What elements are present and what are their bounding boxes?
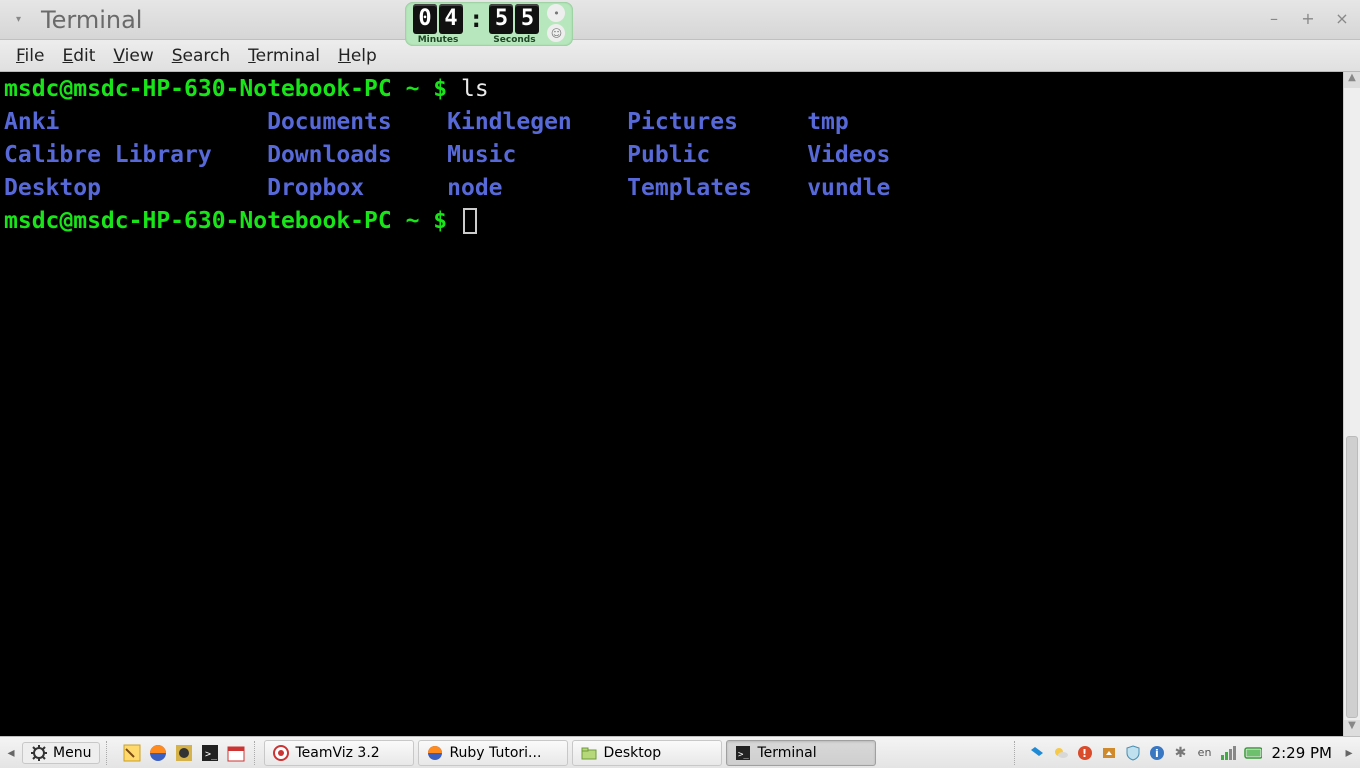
tray-bluetooth-icon[interactable]: ✱ bbox=[1172, 744, 1190, 762]
timer-sec-ones: 5 bbox=[515, 4, 539, 34]
tray-weather-icon[interactable] bbox=[1052, 744, 1070, 762]
task-buttons: TeamViz 3.2 Ruby Tutori... Desktop >_ Termin… bbox=[264, 740, 1007, 766]
task-teamviz-3-2[interactable]: TeamViz 3.2 bbox=[264, 740, 414, 766]
terminal-icon: >_ bbox=[735, 745, 751, 761]
tray-dropbox-icon[interactable] bbox=[1028, 744, 1046, 762]
menu-terminal[interactable]: Terminal bbox=[240, 44, 328, 68]
terminal-scrollbar[interactable]: ▲ ▼ bbox=[1343, 72, 1360, 736]
task-terminal[interactable]: >_ Terminal bbox=[726, 740, 876, 766]
timer-seconds-label: Seconds bbox=[489, 35, 539, 45]
task-desktop[interactable]: Desktop bbox=[572, 740, 722, 766]
folder-icon bbox=[581, 745, 597, 761]
timer-min-tens: 0 bbox=[413, 4, 437, 34]
launcher-terminal-icon[interactable]: >_ bbox=[198, 741, 222, 765]
launcher-media-icon[interactable] bbox=[172, 741, 196, 765]
tray-network-icon[interactable] bbox=[1220, 744, 1238, 762]
firefox-icon bbox=[427, 745, 443, 761]
menu-edit[interactable]: Edit bbox=[54, 44, 103, 68]
gear-icon bbox=[31, 745, 47, 761]
window-title: Terminal bbox=[41, 6, 142, 34]
start-menu-button[interactable]: Menu bbox=[22, 742, 100, 764]
timer-status-dot-icon[interactable]: • bbox=[547, 4, 565, 22]
tray-updates-icon[interactable] bbox=[1100, 744, 1118, 762]
svg-text:i: i bbox=[1155, 747, 1159, 760]
task-label: Desktop bbox=[603, 745, 661, 761]
tray-battery-icon[interactable] bbox=[1244, 744, 1262, 762]
timer-minutes-label: Minutes bbox=[413, 35, 463, 45]
terminal-output[interactable]: msdc@msdc-HP-630-Notebook-PC ~ $ ls Anki… bbox=[0, 72, 1343, 736]
taskbar-separator bbox=[254, 741, 258, 765]
teamviz-icon bbox=[273, 745, 289, 761]
close-button[interactable]: × bbox=[1330, 6, 1354, 30]
tray-language-indicator[interactable]: en bbox=[1196, 744, 1214, 762]
scroll-up-icon[interactable]: ▲ bbox=[1344, 72, 1360, 88]
taskbar: ◂ Menu >_ TeamViz 3.2 Ruby Tutori... Deskt… bbox=[0, 736, 1360, 768]
taskbar-clock[interactable]: 2:29 PM bbox=[1266, 744, 1338, 762]
menubar: FileEditViewSearchTerminalHelp bbox=[0, 40, 1360, 72]
pomodoro-timer[interactable]: 0 4 Minutes : 5 5 Seconds • ☺ bbox=[405, 2, 573, 46]
tray-shield-icon[interactable] bbox=[1124, 744, 1142, 762]
launcher-calendar-icon[interactable] bbox=[224, 741, 248, 765]
taskbar-scroll-left-icon[interactable]: ◂ bbox=[4, 745, 18, 761]
task-label: Ruby Tutori... bbox=[449, 745, 541, 761]
taskbar-separator bbox=[1014, 741, 1018, 765]
menu-help[interactable]: Help bbox=[330, 44, 385, 68]
scroll-down-icon[interactable]: ▼ bbox=[1344, 720, 1360, 736]
svg-text:>_: >_ bbox=[738, 750, 749, 760]
timer-face-icon[interactable]: ☺ bbox=[547, 24, 565, 42]
scroll-track[interactable] bbox=[1344, 88, 1360, 720]
task-label: Terminal bbox=[757, 745, 816, 761]
menu-file[interactable]: File bbox=[8, 44, 52, 68]
tray-info-icon[interactable]: i bbox=[1148, 744, 1166, 762]
window-titlebar: ▾ 0 4 Minutes : 5 5 Seconds • ☺ Terminal… bbox=[0, 0, 1360, 40]
scroll-thumb[interactable] bbox=[1346, 436, 1358, 718]
maximize-button[interactable]: + bbox=[1296, 6, 1320, 30]
menu-search[interactable]: Search bbox=[164, 44, 238, 68]
task-label: TeamViz 3.2 bbox=[295, 745, 379, 761]
quick-launch: >_ bbox=[120, 741, 248, 765]
task-ruby-tutori-[interactable]: Ruby Tutori... bbox=[418, 740, 568, 766]
svg-text:>_: >_ bbox=[205, 749, 218, 760]
tray-warning-icon[interactable]: ! bbox=[1076, 744, 1094, 762]
system-tray: ! i ✱ en bbox=[1028, 744, 1262, 762]
launcher-firefox-icon[interactable] bbox=[146, 741, 170, 765]
timer-sec-tens: 5 bbox=[489, 4, 513, 34]
start-menu-label: Menu bbox=[53, 745, 91, 761]
timer-min-ones: 4 bbox=[439, 4, 463, 34]
taskbar-separator bbox=[106, 741, 110, 765]
timer-colon: : bbox=[469, 4, 483, 34]
menu-view[interactable]: View bbox=[105, 44, 161, 68]
minimize-button[interactable]: – bbox=[1262, 6, 1286, 30]
taskbar-scroll-right-icon[interactable]: ▸ bbox=[1342, 745, 1356, 761]
titlebar-menu-icon[interactable]: ▾ bbox=[10, 14, 27, 25]
launcher-notes-icon[interactable] bbox=[120, 741, 144, 765]
svg-text:!: ! bbox=[1082, 747, 1087, 760]
